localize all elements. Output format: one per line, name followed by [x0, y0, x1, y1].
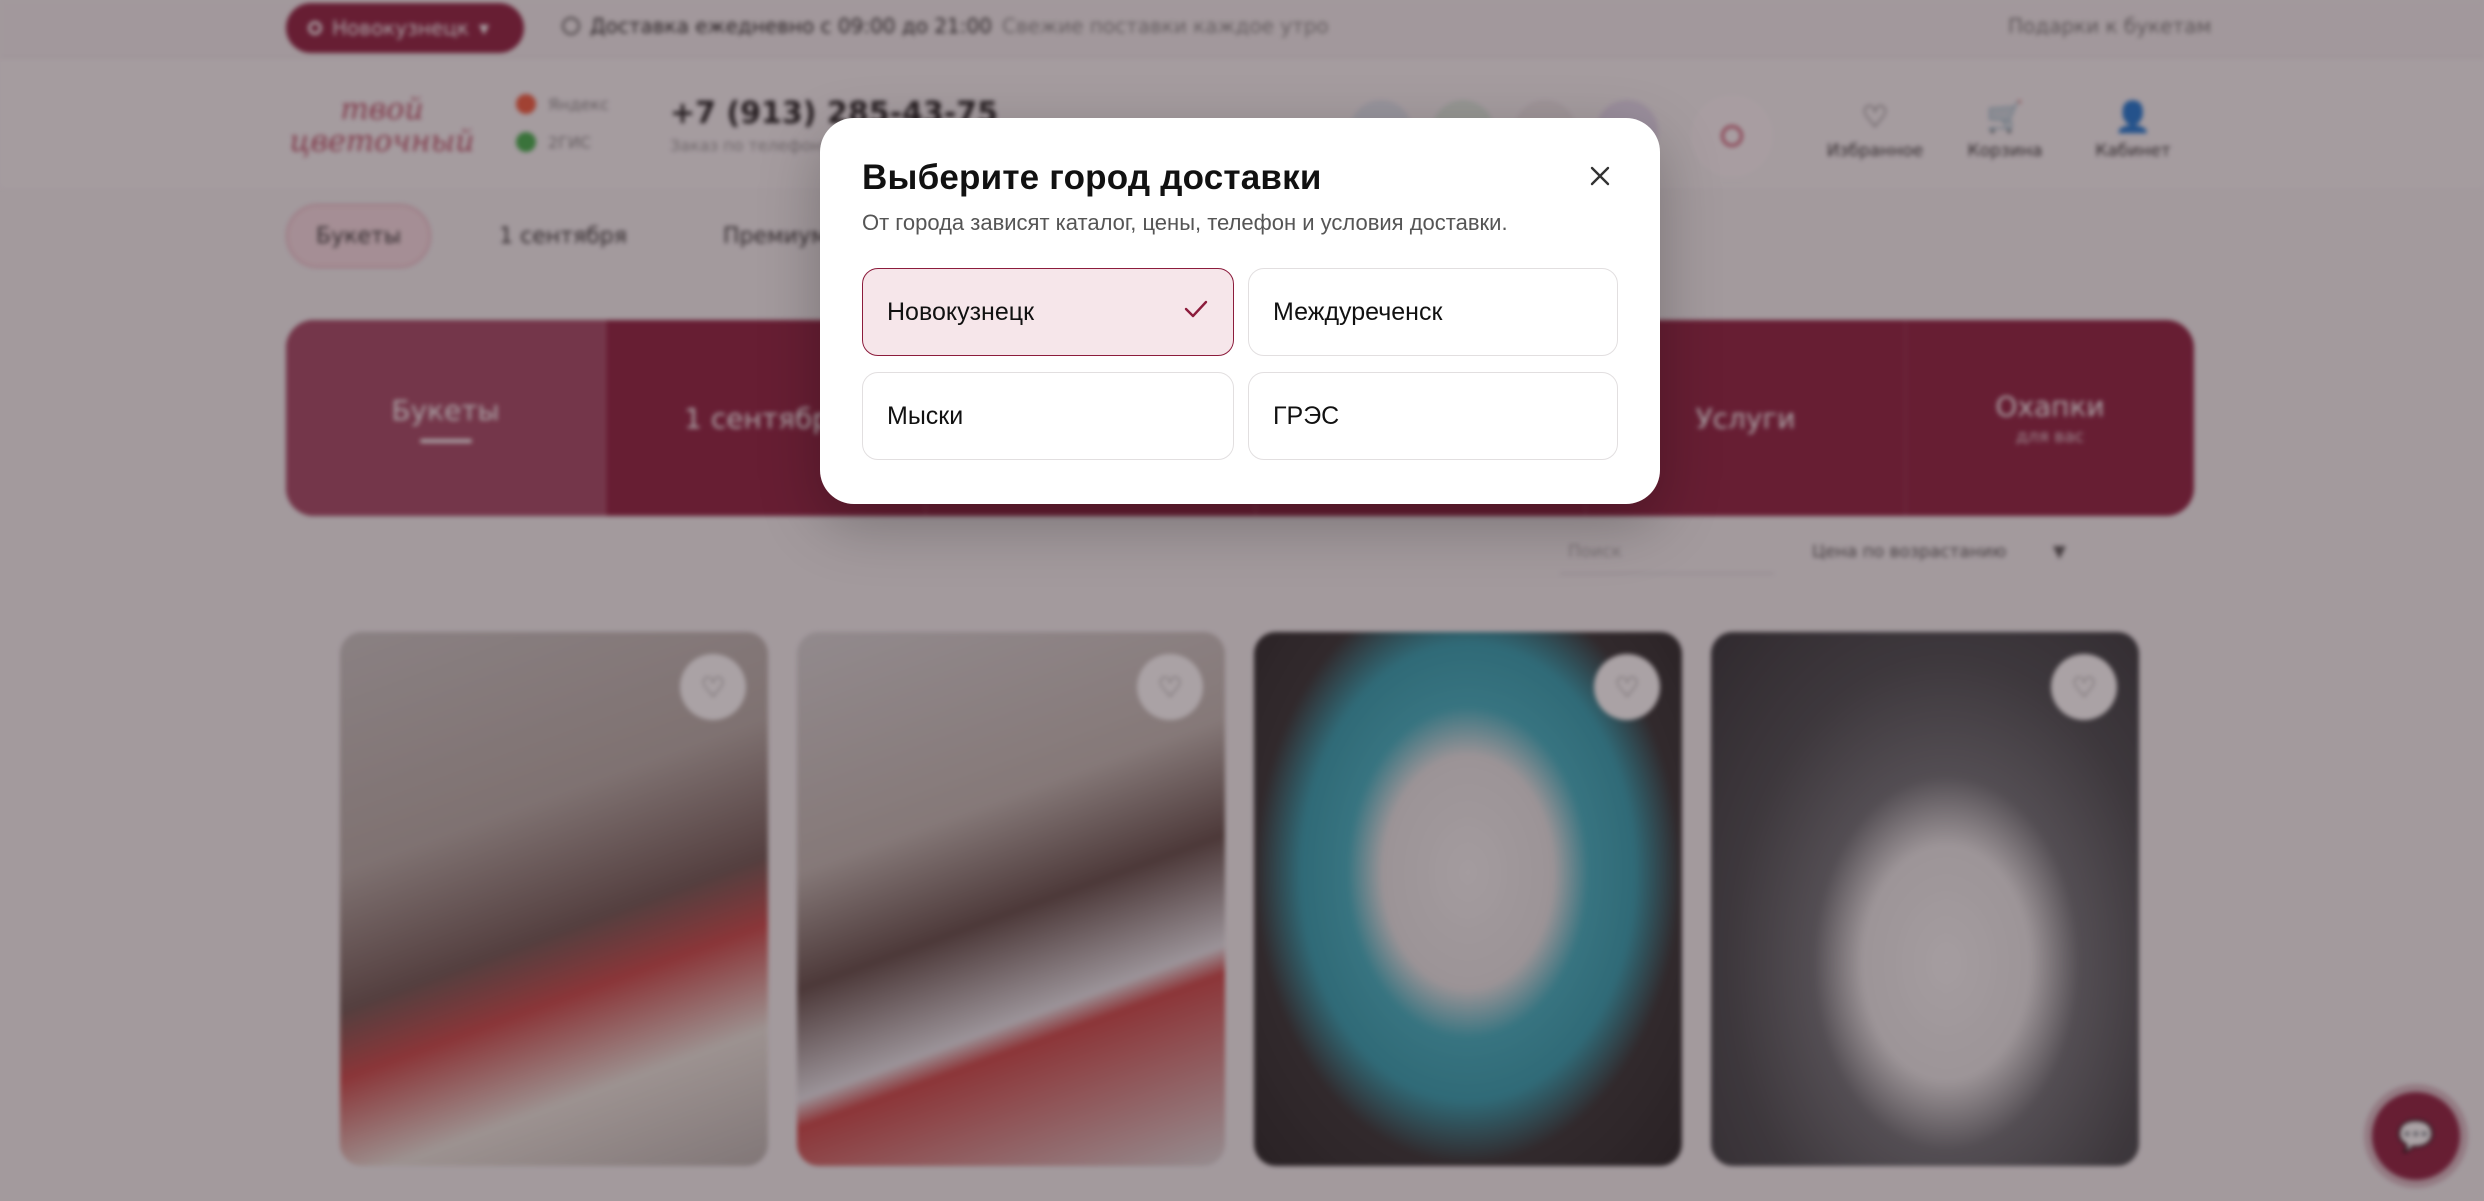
city-option-mezhdurechensk[interactable]: Междуреченск: [1248, 268, 1618, 356]
city-options: Новокузнецк Междуреченск Мыски ГРЭС: [862, 268, 1618, 460]
close-button[interactable]: [1578, 154, 1622, 198]
check-icon: [1183, 298, 1209, 327]
close-icon: [1590, 166, 1610, 186]
city-option-gres[interactable]: ГРЭС: [1248, 372, 1618, 460]
city-option-label: Междуреченск: [1273, 297, 1443, 326]
city-option-label: Новокузнецк: [887, 297, 1035, 326]
city-select-modal: Выберите город доставки От города завися…: [820, 118, 1660, 504]
city-option-label: ГРЭС: [1273, 401, 1340, 430]
city-option-myski[interactable]: Мыски: [862, 372, 1234, 460]
city-option-novokuznetsk[interactable]: Новокузнецк: [862, 268, 1234, 356]
modal-subtitle: От города зависят каталог, цены, телефон…: [862, 210, 1508, 235]
modal-title: Выберите город доставки: [862, 158, 1322, 197]
city-option-label: Мыски: [887, 401, 964, 430]
